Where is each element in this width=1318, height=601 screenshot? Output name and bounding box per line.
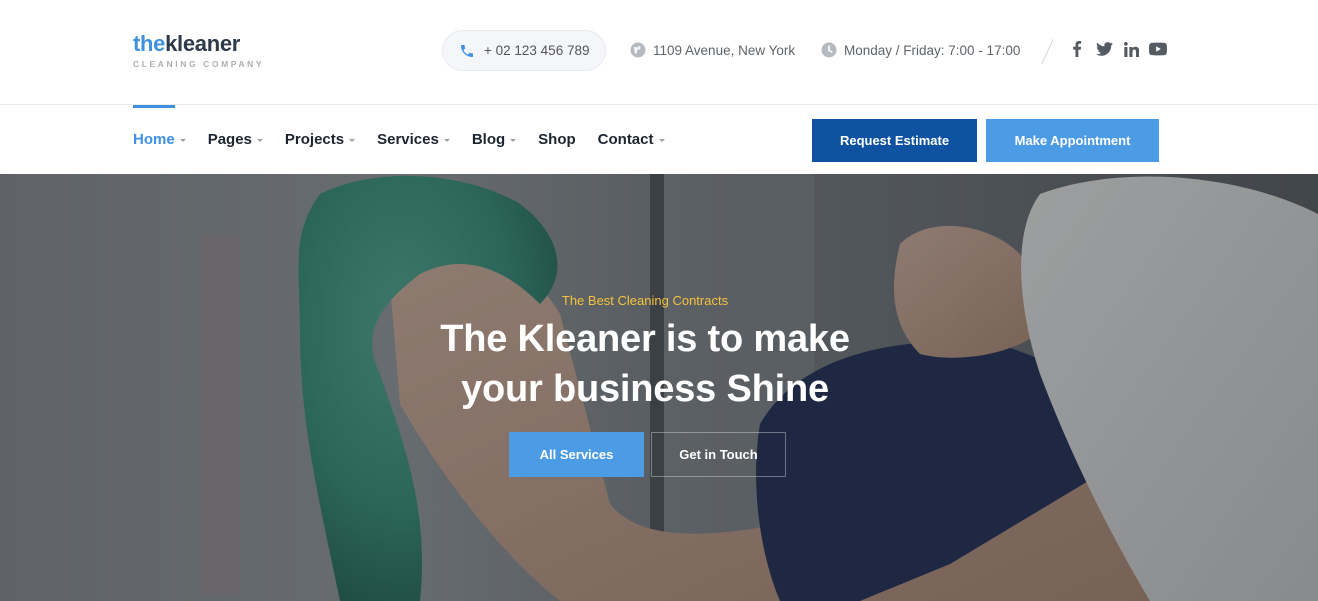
caret-down-icon	[443, 139, 450, 142]
nav-item-services[interactable]: Services	[377, 131, 450, 148]
twitter-icon[interactable]	[1095, 40, 1113, 58]
caret-down-icon	[510, 139, 517, 142]
nav-item-projects[interactable]: Projects	[284, 131, 356, 148]
nav-label: Home	[133, 131, 175, 148]
top-bar: thekleaner CLEANING COMPANY + 02 123 456…	[0, 0, 1318, 105]
hero-title-line-2: your business Shine	[461, 368, 829, 410]
logo-tagline: CLEANING COMPANY	[133, 59, 265, 69]
phone-contact[interactable]: + 02 123 456 789	[442, 30, 606, 71]
nav-label: Projects	[284, 131, 345, 148]
hours-info: Monday / Friday: 7:00 - 17:00	[821, 42, 1020, 58]
caret-down-icon	[179, 139, 186, 142]
nav-label: Services	[377, 131, 439, 148]
main-navigation: Home Pages Projects Services Blog Shop C…	[0, 105, 1318, 174]
nav-item-shop[interactable]: Shop	[538, 131, 576, 148]
nav-label: Shop	[538, 131, 576, 148]
hero-title-line-1: The Kleaner is to make	[440, 318, 850, 360]
nav-label: Contact	[597, 131, 654, 148]
hero-tagline: The Best Cleaning Contracts	[561, 293, 729, 308]
get-in-touch-button[interactable]: Get in Touch	[651, 432, 786, 477]
phone-number: + 02 123 456 789	[484, 43, 590, 58]
facebook-icon[interactable]	[1068, 40, 1086, 58]
nav-item-contact[interactable]: Contact	[598, 131, 665, 148]
youtube-icon[interactable]	[1149, 40, 1167, 58]
logo-kleaner: kleaner	[165, 31, 241, 56]
globe-icon	[630, 42, 646, 58]
caret-down-icon	[349, 139, 356, 142]
phone-icon	[459, 42, 477, 60]
hours-text: Monday / Friday: 7:00 - 17:00	[844, 42, 1021, 58]
caret-down-icon	[658, 139, 665, 142]
nav-item-pages[interactable]: Pages	[208, 131, 263, 148]
logo-the: the	[133, 31, 166, 56]
nav-label: Pages	[207, 131, 252, 148]
hero-section: The Best Cleaning Contracts The Kleaner …	[0, 174, 1318, 601]
address-text: 1109 Avenue, New York	[653, 42, 796, 58]
clock-icon	[821, 42, 837, 58]
logo-wordmark: thekleaner	[133, 33, 264, 55]
social-links	[1068, 40, 1167, 58]
site-logo[interactable]: thekleaner CLEANING COMPANY	[133, 33, 265, 70]
hero-title: The Kleaner is to make your business Shi…	[0, 314, 1290, 414]
make-appointment-button[interactable]: Make Appointment	[986, 119, 1159, 162]
header-divider	[1041, 39, 1054, 64]
nav-label: Blog	[471, 131, 506, 148]
linkedin-icon[interactable]	[1122, 40, 1140, 58]
caret-down-icon	[256, 139, 263, 142]
address-info: 1109 Avenue, New York	[630, 42, 795, 58]
all-services-button[interactable]: All Services	[509, 432, 644, 477]
nav-item-home[interactable]: Home	[133, 131, 186, 148]
nav-menu: Home Pages Projects Services Blog Shop C…	[133, 105, 687, 174]
nav-item-blog[interactable]: Blog	[471, 131, 517, 148]
request-estimate-button[interactable]: Request Estimate	[812, 119, 977, 162]
